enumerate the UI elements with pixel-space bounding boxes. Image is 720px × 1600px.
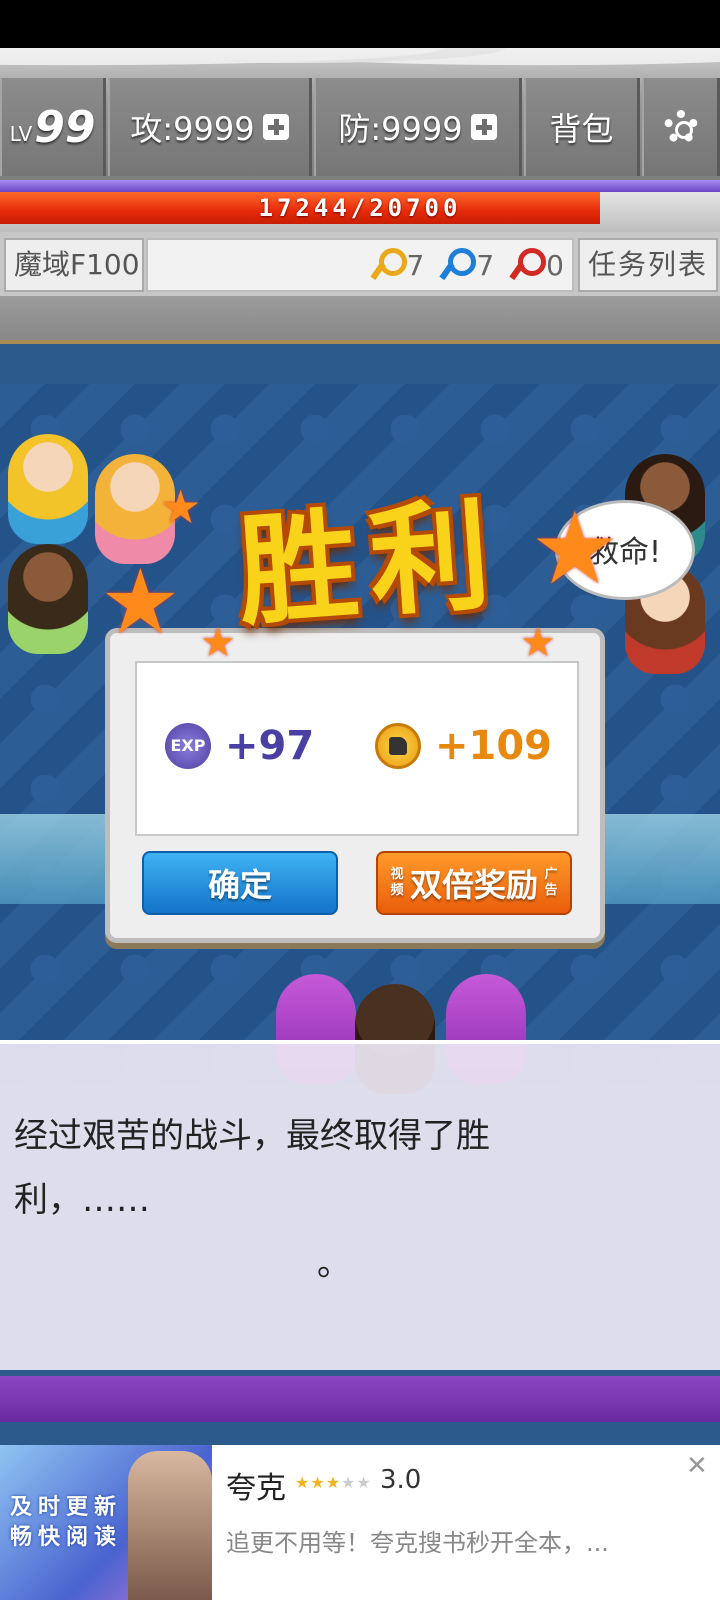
exp-value: +97 bbox=[225, 723, 315, 769]
attack-label: 攻:9999 bbox=[130, 110, 255, 148]
bag-label: 背包 bbox=[549, 110, 614, 148]
purple-floor bbox=[0, 1376, 720, 1422]
top-hud: LV 99 攻:9999 防:9999 背包 bbox=[0, 48, 720, 180]
hud-strip bbox=[0, 296, 720, 340]
ad-promo-text: 及时更新 畅快阅读 bbox=[10, 1493, 122, 1553]
task-list-button[interactable]: 任务列表 bbox=[578, 238, 718, 292]
plus-icon bbox=[262, 114, 289, 140]
ad-description[interactable]: 追更不用等！夸克搜书秒开全本，... bbox=[226, 1523, 609, 1558]
princess-character bbox=[8, 544, 88, 654]
hp-bar: 17244/20700 bbox=[0, 192, 720, 232]
confirm-label: 确定 bbox=[207, 866, 272, 904]
yellow-key-count: 7 bbox=[406, 248, 425, 282]
blue-key-icon bbox=[440, 248, 477, 282]
red-key-count: 0 bbox=[546, 248, 564, 282]
ad-image[interactable]: 及时更新 畅快阅读 bbox=[0, 1445, 212, 1600]
floor-label: 魔域F100 bbox=[4, 238, 144, 292]
red-key-icon bbox=[510, 248, 547, 282]
ad-tag: 广告 bbox=[544, 867, 558, 898]
level-value: 99 bbox=[34, 101, 96, 153]
level-prefix: LV bbox=[9, 122, 33, 146]
star-icon: ★ bbox=[100, 550, 181, 655]
victory-popup: 救命! ★ ★ ★ ★ ★ 胜利 EXP +97 +109 确定 视频 双倍奖励… bbox=[100, 470, 695, 980]
ad-promo-line: 畅快阅读 bbox=[10, 1525, 123, 1550]
yellow-key-icon bbox=[371, 248, 407, 282]
attack-button[interactable]: 攻:9999 bbox=[108, 78, 312, 176]
dialog-tail: 。 bbox=[317, 1244, 351, 1284]
reward-panel: EXP +97 +109 确定 视频 双倍奖励 广告 bbox=[105, 628, 605, 943]
gear-icon bbox=[663, 110, 698, 144]
ad-star-rating: ★★★★★ bbox=[295, 1473, 372, 1492]
gold-value: +109 bbox=[435, 723, 553, 769]
close-icon[interactable]: ✕ bbox=[686, 1451, 708, 1481]
info-row: 魔域F100 7 7 0 任务列表 bbox=[0, 232, 720, 296]
plus-icon bbox=[470, 114, 497, 140]
star-empty-icon: ★★ bbox=[341, 1473, 372, 1492]
story-dialog[interactable]: 经过艰苦的战斗，最终取得了胜利，…… 。 bbox=[0, 1040, 720, 1370]
divider-line bbox=[0, 180, 720, 192]
gold-reward: +109 bbox=[375, 723, 552, 769]
confirm-button[interactable]: 确定 bbox=[142, 851, 338, 915]
cloud-decoration bbox=[0, 48, 720, 78]
princess-character bbox=[8, 434, 88, 544]
dialog-text-block: 经过艰苦的战斗，最终取得了胜利，…… 。 bbox=[14, 1104, 614, 1296]
reward-box: EXP +97 +109 bbox=[135, 661, 579, 836]
ad-title[interactable]: 夸克 bbox=[226, 1463, 286, 1507]
victory-title: 胜利 bbox=[233, 485, 507, 644]
exp-icon: EXP bbox=[165, 723, 211, 769]
status-bar bbox=[0, 0, 720, 48]
dialog-message: 经过艰苦的战斗，最终取得了胜利，…… bbox=[14, 1116, 490, 1220]
ad-model-photo bbox=[128, 1451, 212, 1600]
defense-label: 防:9999 bbox=[338, 110, 463, 148]
blue-key-count: 7 bbox=[476, 248, 495, 282]
ad-rating-value: 3.0 bbox=[380, 1465, 422, 1495]
settings-button[interactable] bbox=[642, 78, 720, 176]
video-tag: 视频 bbox=[390, 867, 404, 898]
ad-banner[interactable]: 及时更新 畅快阅读 夸克 ★★★★★ 3.0 追更不用等！夸克搜书秒开全本，..… bbox=[0, 1445, 720, 1600]
double-reward-button[interactable]: 视频 双倍奖励 广告 bbox=[376, 851, 572, 915]
defense-button[interactable]: 防:9999 bbox=[314, 78, 522, 176]
ad-promo-line: 及时更新 bbox=[10, 1495, 123, 1520]
star-icon: ★★★ bbox=[295, 1473, 342, 1492]
double-reward-label: 双倍奖励 bbox=[409, 866, 538, 904]
keys-display: 7 7 0 bbox=[146, 238, 574, 292]
coin-icon bbox=[375, 723, 421, 769]
exp-reward: EXP +97 bbox=[165, 723, 314, 769]
hp-text: 17244/20700 bbox=[258, 194, 462, 222]
bag-button[interactable]: 背包 bbox=[524, 78, 640, 176]
level-display: LV 99 bbox=[0, 78, 106, 176]
